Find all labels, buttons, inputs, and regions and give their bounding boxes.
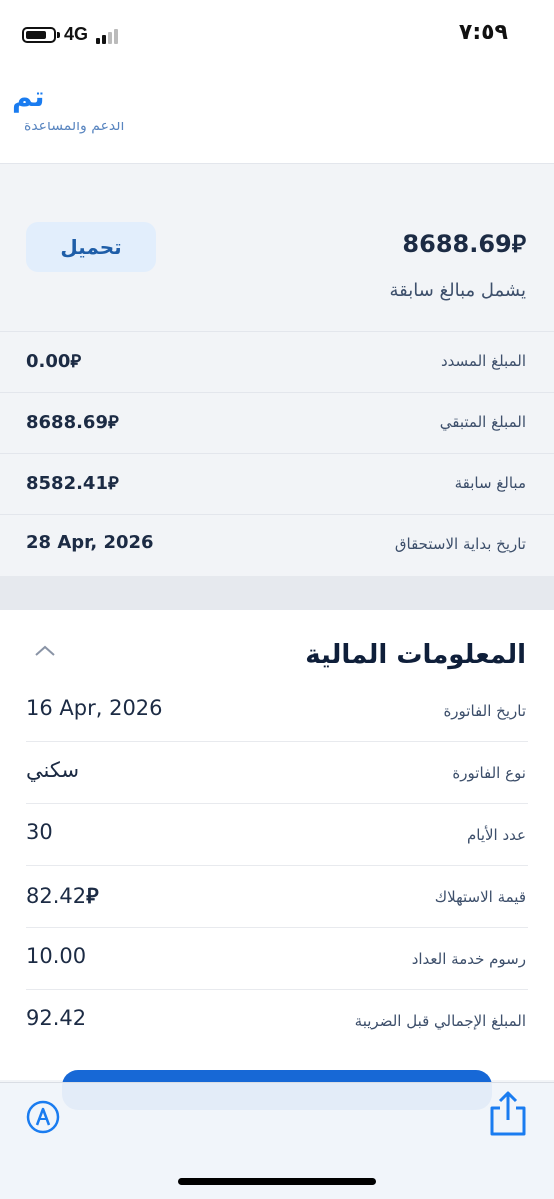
total-amount: 8688.69⃁ (402, 228, 526, 259)
row-label: المبلغ المتبقي (439, 413, 526, 431)
row-value: 8688.69⃁ (26, 412, 119, 433)
support-link[interactable]: الدعم والمساعدة (24, 122, 124, 134)
info-row: نوع الفاتورة سكني (0, 742, 554, 804)
network-label: 4G (64, 24, 89, 44)
financial-info-section: المعلومات المالية تاريخ الفاتورة 16 Apr,… (0, 610, 554, 1080)
row-label: مبالغ سابقة (454, 474, 526, 492)
total-amount-value: 8688.69 (402, 230, 512, 258)
row-value: 8582.41⃁ (26, 473, 119, 494)
info-row: رسوم خدمة العداد 10.00 (0, 928, 554, 990)
row-label: قيمة الاستهلاك (434, 888, 526, 906)
row-value: 92.42 (26, 1006, 87, 1030)
row-value: 16 Apr, 2026 (26, 696, 163, 720)
summary-row: مبالغ سابقة 8582.41⃁ (0, 453, 554, 514)
row-label: نوع الفاتورة (452, 764, 526, 782)
done-button[interactable]: تم (12, 80, 44, 113)
row-value: 0.00⃁ (26, 351, 82, 372)
row-value: 82.42⃁ (26, 884, 99, 908)
row-value: 30 (26, 820, 53, 844)
support-card: الدعم والمساعدة (0, 122, 554, 164)
nav-bar: تم (0, 70, 554, 122)
summary-row: المبلغ المسدد 0.00⃁ (0, 331, 554, 392)
section-divider (0, 576, 554, 610)
chevron-up-icon[interactable] (34, 640, 56, 662)
row-label: المبلغ المسدد (441, 352, 526, 370)
row-label: عدد الأيام (466, 826, 526, 844)
clock: ٧:٥٩ (458, 20, 508, 45)
currency-symbol: ⃁ (511, 230, 526, 258)
row-label: المبلغ الإجمالي قبل الضريبة (354, 1012, 526, 1030)
summary-row: المبلغ المتبقي 8688.69⃁ (0, 392, 554, 453)
row-value: 28 Apr, 2026 (26, 532, 154, 553)
info-row: عدد الأيام 30 (0, 804, 554, 866)
row-value: 10.00 (26, 944, 87, 968)
summary-row: تاريخ بداية الاستحقاق 28 Apr, 2026 (0, 514, 554, 575)
row-value: سكني (26, 758, 80, 782)
info-row: المبلغ الإجمالي قبل الضريبة 92.42 (0, 990, 554, 1052)
compass-icon[interactable] (26, 1100, 60, 1134)
battery-icon (22, 27, 60, 43)
row-label: رسوم خدمة العداد (411, 950, 526, 968)
includes-previous-label: يشمل مبالغ سابقة (389, 280, 526, 301)
row-label: تاريخ الفاتورة (443, 702, 526, 720)
status-bar: 4G ٧:٥٩ (0, 0, 554, 70)
download-button[interactable]: تحميل (26, 222, 156, 272)
home-indicator (178, 1178, 376, 1185)
bill-summary: تحميل 8688.69⃁ يشمل مبالغ سابقة المبلغ ا… (0, 196, 554, 576)
section-title: المعلومات المالية (305, 640, 526, 670)
share-icon[interactable] (488, 1090, 528, 1138)
row-label: تاريخ بداية الاستحقاق (394, 535, 526, 553)
signal-icon (96, 28, 122, 44)
info-row: قيمة الاستهلاك 82.42⃁ (0, 866, 554, 928)
info-row: تاريخ الفاتورة 16 Apr, 2026 (0, 680, 554, 742)
